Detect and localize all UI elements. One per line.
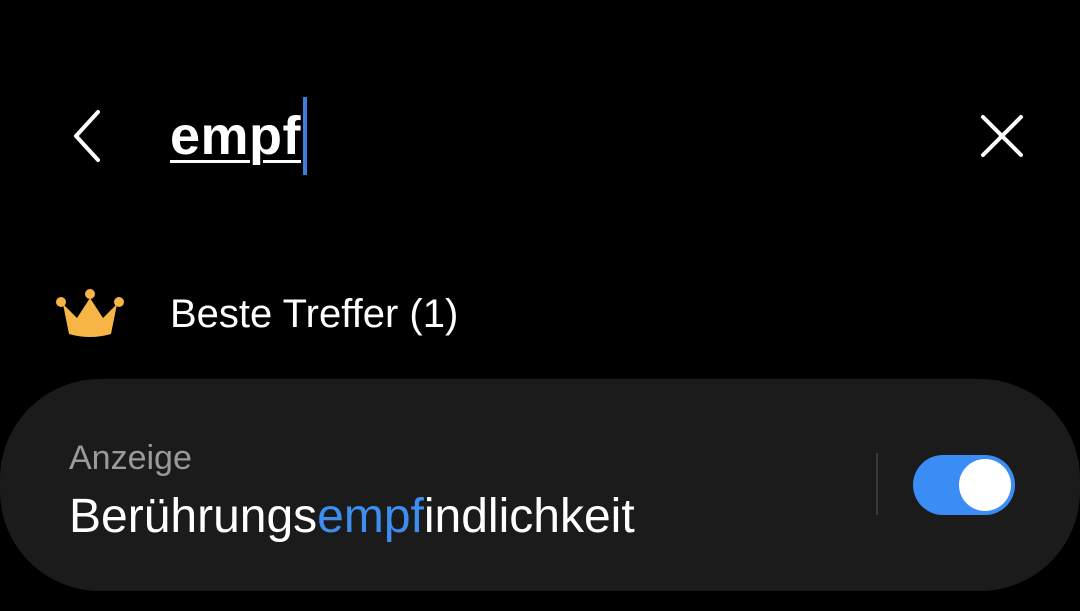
clear-search-button[interactable] <box>966 100 1038 172</box>
result-title-match: empf <box>317 490 424 543</box>
toggle-knob <box>959 459 1011 511</box>
result-title-prefix: Berührungs <box>69 490 318 543</box>
search-query-text: empf <box>170 106 302 166</box>
divider <box>876 453 878 515</box>
back-button[interactable] <box>56 100 120 172</box>
touch-sensitivity-toggle[interactable] <box>913 455 1015 515</box>
result-title-suffix: indlichkeit <box>423 490 635 543</box>
close-icon <box>981 115 1023 157</box>
text-cursor <box>303 97 308 175</box>
chevron-left-icon <box>74 110 100 162</box>
result-category: Anzeige <box>69 439 192 477</box>
search-result-item[interactable]: Anzeige Berührungsempfindlichkeit <box>0 379 1080 591</box>
settings-search-screen: empf Beste Treffer (1) Anzeige Berührung… <box>0 0 1080 611</box>
best-results-header: Beste Treffer (1) <box>52 282 458 346</box>
search-input[interactable]: empf <box>170 96 308 176</box>
section-title: Beste Treffer (1) <box>170 291 459 336</box>
result-title: Berührungsempfindlichkeit <box>69 489 635 544</box>
crown-icon <box>52 286 128 342</box>
